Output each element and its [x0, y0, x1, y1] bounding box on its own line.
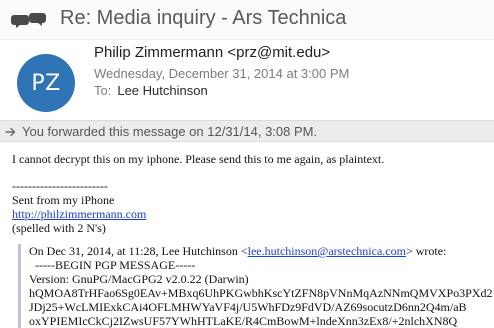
pgp-version-line: Version: GnuPG/MacGPG2 v2.0.22 (Darwin) — [29, 272, 249, 286]
quote-email-link[interactable]: lee.hutchinson@arstechnica.com — [248, 244, 406, 258]
quote-intro: On Dec 31, 2014, at 11:28, Lee Hutchinso… — [29, 244, 494, 258]
website-link[interactable]: http://philzimmermann.com — [12, 208, 146, 221]
body-line-decrypt: I cannot decrypt this on my iphone. Plea… — [12, 152, 385, 166]
quoted-message: On Dec 31, 2014, at 11:28, Lee Hutchinso… — [18, 244, 494, 328]
forwarded-notice-text: You forwarded this message on 12/31/14, … — [22, 124, 318, 139]
spelled-note: (spelled with 2 N's) — [12, 221, 106, 235]
recipient-name[interactable]: Lee Hutchinson — [117, 83, 207, 98]
quote-intro-suffix: > wrote: — [405, 244, 447, 258]
to-label: To: — [94, 83, 112, 98]
recipient-row: To: Lee Hutchinson — [94, 83, 208, 98]
pgp-data-line: JDj25+WcLMIExkCAi4OFLMHWYaVF4j/U5WhFDz9F… — [29, 300, 467, 314]
forwarded-notice-bar: You forwarded this message on 12/31/14, … — [0, 120, 494, 142]
signature-separator: ------------------------ — [12, 179, 108, 193]
message-date: Wednesday, December 31, 2014 at 3:00 PM — [94, 66, 350, 81]
sent-from-line: Sent from my iPhone — [12, 193, 115, 207]
quote-intro-prefix: On Dec 31, 2014, at 11:28, Lee Hutchinso… — [29, 244, 248, 258]
sender-avatar[interactable]: PZ — [17, 54, 75, 112]
pgp-data-line: hQMOA8TrHFao6Sg0EAv+MBxq6UhPKGwbhKscYtZF… — [29, 286, 493, 300]
subject-bar: Re: Media inquiry - Ars Technica — [0, 0, 494, 40]
pgp-begin-line: -----BEGIN PGP MESSAGE----- — [35, 258, 196, 272]
message-subject: Re: Media inquiry - Ars Technica — [60, 7, 347, 29]
sender-name[interactable]: Philip Zimmermann <prz@mit.edu> — [94, 44, 330, 61]
forward-arrow-icon — [5, 127, 16, 137]
pgp-data-line: oxYPIEMIcCkCj2IZwsUF57YWhHTLaKE/R4CmBowM… — [29, 314, 458, 328]
conversation-icon[interactable] — [11, 11, 47, 29]
sender-block: PZ Philip Zimmermann <prz@mit.edu> Wedne… — [0, 40, 494, 120]
